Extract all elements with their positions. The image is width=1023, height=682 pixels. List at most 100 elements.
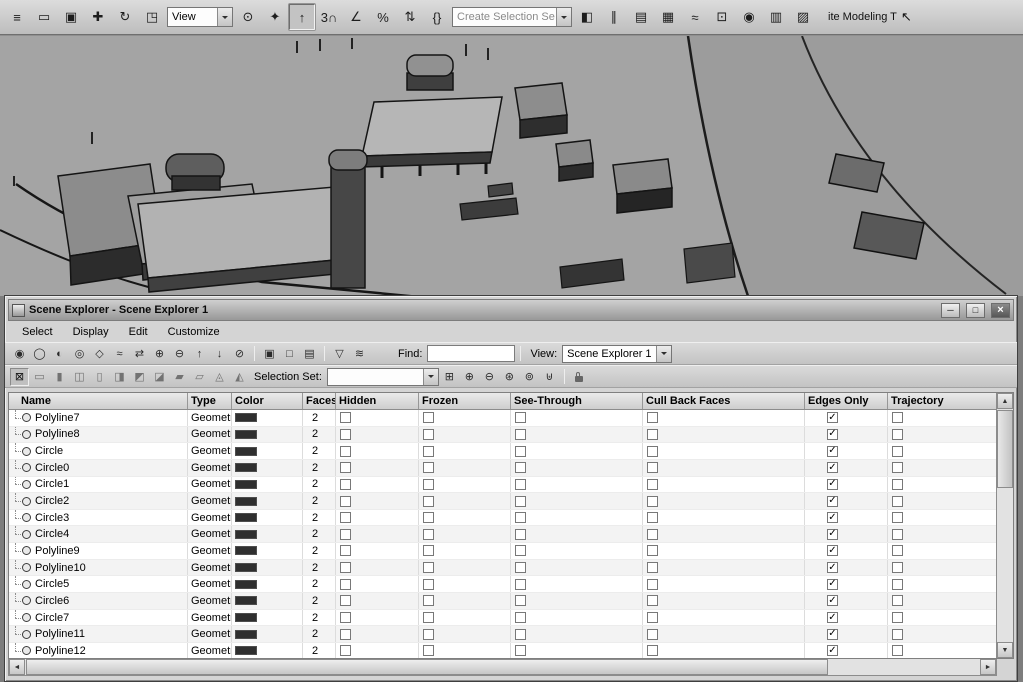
see-through-checkbox[interactable] [515, 445, 526, 457]
scroll-down-button[interactable]: ▼ [997, 642, 1013, 658]
snaps-toggle-button[interactable]: 3∩ [316, 4, 342, 30]
table-row[interactable]: Polyline8 Geometry 2 [9, 426, 996, 444]
trajectory-checkbox[interactable] [892, 495, 903, 507]
select-instances-button[interactable]: ◎ [70, 345, 89, 363]
trajectory-checkbox[interactable] [892, 462, 903, 474]
keyboard-shortcut-override-button[interactable]: ↑ [289, 4, 315, 30]
scroll-left-button[interactable]: ◄ [9, 659, 25, 675]
edit-trajectory-toggle-button[interactable]: ▱ [190, 368, 209, 386]
expand-selection-button[interactable]: ⊕ [150, 345, 169, 363]
scroll-right-button[interactable]: ► [980, 659, 996, 675]
cull-back-faces-checkbox[interactable] [647, 645, 658, 657]
trajectory-checkbox[interactable] [892, 595, 903, 607]
see-through-checkbox[interactable] [515, 628, 526, 640]
table-row[interactable]: Circle7 Geometry 2 [9, 609, 996, 627]
object-color-swatch[interactable] [235, 613, 257, 622]
detail-view-toggle-button[interactable]: ▤ [300, 345, 319, 363]
object-color-swatch[interactable] [235, 429, 257, 439]
percent-snap-toggle-button[interactable]: % [370, 4, 396, 30]
dropdown-arrow-icon[interactable] [656, 345, 672, 362]
edges-only-checkbox[interactable] [827, 628, 838, 640]
selection-set-dropdown[interactable] [326, 367, 439, 386]
explorer-view-dropdown[interactable]: Scene Explorer 1 [562, 344, 673, 363]
dropdown-arrow-icon[interactable] [556, 8, 571, 26]
edit-seethrough-toggle-button[interactable]: ◨ [110, 368, 129, 386]
hidden-checkbox[interactable] [340, 495, 351, 507]
list-view-toggle-button[interactable]: ▣ [260, 345, 279, 363]
find-input[interactable] [427, 345, 516, 362]
menu-select[interactable]: Select [13, 324, 62, 340]
column-header-see-through[interactable]: See-Through [511, 393, 643, 409]
frozen-checkbox[interactable] [423, 612, 434, 623]
table-row[interactable]: Polyline7 Geometry 2 [9, 410, 996, 427]
lock-icon[interactable] [570, 368, 589, 386]
frozen-checkbox[interactable] [423, 595, 434, 607]
use-pivot-point-center-button[interactable]: ⊙ [235, 4, 261, 30]
material-editor-button[interactable]: ◉ [736, 4, 762, 30]
trajectory-checkbox[interactable] [892, 528, 903, 540]
frozen-checkbox[interactable] [423, 445, 434, 457]
scene-explorer-titlebar[interactable]: Scene Explorer - Scene Explorer 1 ─ □ × [8, 299, 1014, 321]
trajectory-checkbox[interactable] [892, 628, 903, 640]
edit-renderable-toggle-button[interactable]: ◩ [130, 368, 149, 386]
column-header-name[interactable]: Name [9, 393, 188, 409]
edges-only-checkbox[interactable] [827, 412, 838, 424]
table-row[interactable]: Polyline9 Geometry 2 [9, 543, 996, 560]
vertical-scroll-thumb[interactable] [997, 410, 1013, 488]
cull-back-faces-checkbox[interactable] [647, 595, 658, 607]
horizontal-scroll-thumb[interactable] [26, 659, 829, 675]
see-through-checkbox[interactable] [515, 645, 526, 657]
column-header-trajectory[interactable]: Trajectory [888, 393, 996, 409]
select-and-rotate-button[interactable]: ↻ [112, 4, 138, 30]
cull-back-faces-checkbox[interactable] [647, 528, 658, 540]
hidden-checkbox[interactable] [340, 628, 351, 640]
vertical-scrollbar[interactable]: ▲ ▼ [996, 393, 1013, 658]
render-setup-button[interactable]: ▥ [763, 4, 789, 30]
edit-hidden-toggle-button[interactable]: ◫ [70, 368, 89, 386]
hidden-checkbox[interactable] [340, 428, 351, 440]
edges-only-checkbox[interactable] [827, 562, 838, 574]
frozen-checkbox[interactable] [423, 495, 434, 507]
see-through-checkbox[interactable] [515, 612, 526, 623]
table-row[interactable]: Circle Geometry 2 [9, 443, 996, 460]
table-row[interactable]: Circle5 Geometry 2 [9, 576, 996, 594]
select-and-manipulate-button[interactable]: ✦ [262, 4, 288, 30]
table-row[interactable]: Circle6 Geometry 2 [9, 593, 996, 610]
edges-only-checkbox[interactable] [827, 612, 838, 623]
cull-back-faces-checkbox[interactable] [647, 628, 658, 640]
see-through-checkbox[interactable] [515, 412, 526, 424]
table-row[interactable]: Circle4 Geometry 2 [9, 526, 996, 544]
trajectory-checkbox[interactable] [892, 645, 903, 657]
object-color-swatch[interactable] [235, 546, 257, 556]
mirror-button[interactable]: ◧ [574, 4, 600, 30]
see-through-checkbox[interactable] [515, 478, 526, 490]
angle-snap-toggle-button[interactable]: ∠ [343, 4, 369, 30]
trajectory-checkbox[interactable] [892, 562, 903, 574]
hidden-checkbox[interactable] [340, 445, 351, 457]
see-through-checkbox[interactable] [515, 545, 526, 557]
cull-back-faces-checkbox[interactable] [647, 495, 658, 507]
edges-only-checkbox[interactable] [827, 595, 838, 607]
minimize-button[interactable]: ─ [941, 302, 960, 318]
select-none-button[interactable]: ◯ [30, 345, 49, 363]
table-row[interactable]: Circle2 Geometry 2 [9, 493, 996, 510]
dropdown-arrow-icon[interactable] [217, 8, 232, 26]
see-through-checkbox[interactable] [515, 495, 526, 507]
frozen-checkbox[interactable] [423, 578, 434, 590]
horizontal-scroll-track[interactable] [25, 659, 980, 675]
hidden-checkbox[interactable] [340, 645, 351, 657]
cull-back-faces-checkbox[interactable] [647, 428, 658, 440]
edges-only-checkbox[interactable] [827, 512, 838, 524]
select-and-move-button[interactable]: ✚ [85, 4, 111, 30]
edges-only-checkbox[interactable] [827, 462, 838, 474]
named-selection-sets-dropdown[interactable]: Create Selection Se [452, 7, 572, 27]
edit-cullback-toggle-button[interactable]: ◪ [150, 368, 169, 386]
cull-back-faces-checkbox[interactable] [647, 578, 658, 590]
edges-only-checkbox[interactable] [827, 428, 838, 440]
hidden-checkbox[interactable] [340, 412, 351, 424]
select-by-name-button[interactable]: ≡ [4, 4, 30, 30]
schematic-view-button[interactable]: ⊡ [709, 4, 735, 30]
edit-visibility-toggle-button[interactable]: ◬ [210, 368, 229, 386]
edges-only-checkbox[interactable] [827, 645, 838, 657]
edges-only-checkbox[interactable] [827, 545, 838, 557]
